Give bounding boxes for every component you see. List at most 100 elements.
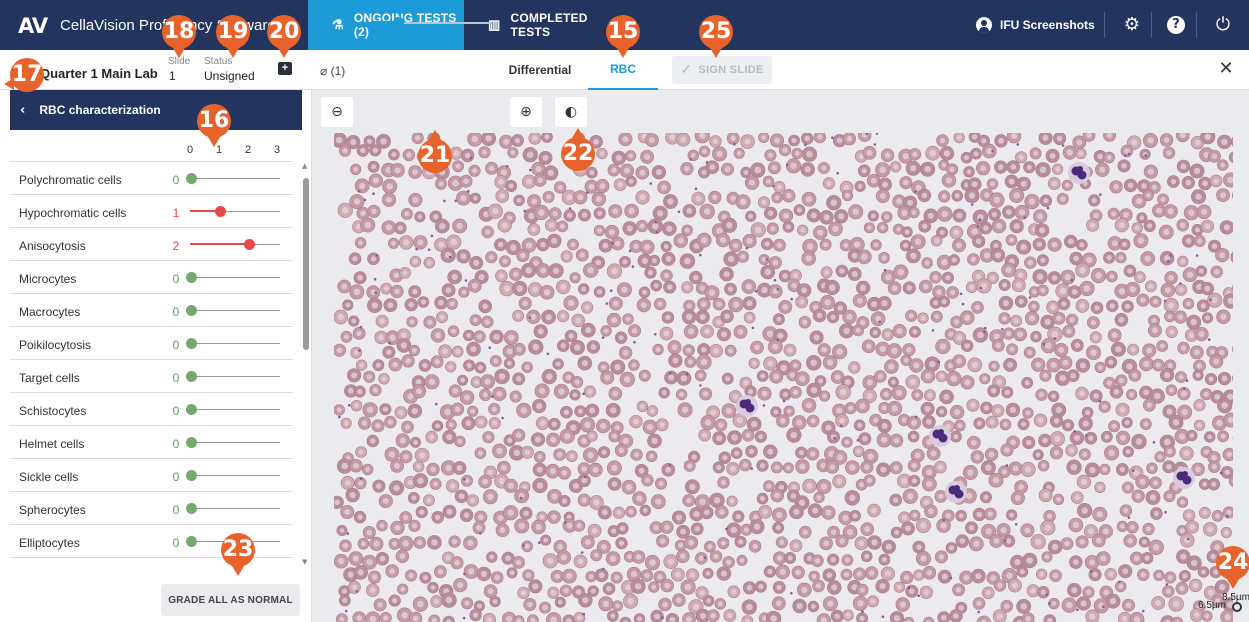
callout-16: 16: [197, 104, 231, 147]
grade-slider-track[interactable]: [190, 376, 280, 377]
grade-slider-handle[interactable]: [186, 338, 197, 349]
grade-slider-handle[interactable]: [244, 239, 255, 250]
zoom-slider-handle[interactable]: [393, 17, 404, 28]
callout-19: 19: [216, 15, 250, 58]
user-name: IFU Screenshots: [1000, 18, 1095, 32]
grade-slider-track[interactable]: [190, 508, 280, 509]
grading-row-value: 0: [172, 371, 180, 385]
grading-row-label: Spherocytes: [19, 503, 86, 517]
flask-icon: ⚗: [332, 17, 344, 32]
tab-completed-tests[interactable]: ▥ COMPLETED TESTS: [464, 0, 624, 50]
paperclip-icon: ⌀: [320, 64, 328, 78]
scale-tick-3: 3: [274, 144, 281, 156]
grading-row-label: Anisocytosis: [19, 239, 86, 253]
grading-row-label: Schistocytes: [19, 404, 87, 418]
grade-all-normal-button[interactable]: GRADE ALL AS NORMAL: [161, 584, 300, 616]
rbc-characterization-panel: ‹ RBC characterization 0 1 2 3 Polychrom…: [0, 90, 312, 622]
add-comment-icon[interactable]: +: [278, 62, 292, 75]
help-icon[interactable]: ?: [1167, 16, 1185, 34]
grade-slider-handle[interactable]: [186, 470, 197, 481]
app-logo: AV: [18, 14, 48, 38]
grading-row: Poikilocytosis 0: [10, 327, 293, 360]
callout-21: 21: [418, 130, 452, 173]
grade-slider-track[interactable]: [190, 343, 280, 344]
grade-slider-handle[interactable]: [186, 536, 197, 547]
grading-row-value: 0: [172, 536, 180, 550]
grading-row-label: Macrocytes: [19, 305, 81, 319]
divider: [1104, 12, 1105, 38]
grading-row-label: Microcytes: [19, 272, 77, 286]
status-value: Unsigned: [204, 69, 255, 83]
scale-tick-0: 0: [187, 144, 194, 156]
callout-25: 25: [699, 15, 733, 58]
brightness-icon[interactable]: ◐: [555, 97, 587, 127]
grading-row-label: Polychromatic cells: [19, 173, 122, 187]
grade-slider-handle[interactable]: [186, 272, 197, 283]
divider: [1196, 12, 1197, 38]
grading-list-scrollbar[interactable]: ▲ ▼: [302, 162, 310, 566]
settings-gear-icon[interactable]: ⚙: [1120, 13, 1144, 37]
grade-slider-track[interactable]: [190, 475, 280, 476]
panel-title: RBC characterization: [39, 103, 161, 117]
grade-slider-track[interactable]: [190, 310, 280, 311]
slide-value: 1: [169, 69, 176, 83]
grade-slider-handle[interactable]: [186, 437, 197, 448]
divider: [1151, 12, 1152, 38]
grading-row-value: 1: [172, 206, 180, 220]
check-icon: ✓: [680, 62, 693, 78]
grade-slider-track[interactable]: [190, 277, 280, 278]
callout-17: 17: [4, 58, 44, 92]
zoom-in-icon[interactable]: ⊕: [510, 97, 542, 127]
grade-slider-track[interactable]: [190, 442, 280, 443]
close-icon[interactable]: ✕: [1216, 59, 1236, 79]
grade-slider-track[interactable]: [190, 178, 280, 179]
scroll-up-icon[interactable]: ▲: [302, 162, 307, 170]
grade-slider-fill: [190, 243, 248, 245]
grading-row-label: Poikilocytosis: [19, 338, 92, 352]
grading-row: Schistocytes 0: [10, 393, 293, 426]
user-menu[interactable]: IFU Screenshots: [976, 0, 1095, 50]
grading-row-label: Sickle cells: [19, 470, 79, 484]
grading-row-label: Elliptocytes: [19, 536, 80, 550]
grading-row: Anisocytosis 2: [10, 228, 293, 261]
grading-row: Sickle cells 0: [10, 459, 293, 492]
grading-row-value: 0: [172, 272, 180, 286]
attachments-count: (1): [330, 64, 346, 78]
logout-icon[interactable]: ⏻: [1211, 13, 1235, 37]
callout-24: 24: [1216, 546, 1249, 589]
scroll-down-icon[interactable]: ▼: [302, 558, 307, 566]
cell-size-reference-icon: [1232, 602, 1242, 612]
panel-header[interactable]: ‹ RBC characterization: [10, 90, 302, 130]
callout-15: 15: [606, 15, 640, 58]
sign-slide-label: SIGN SLIDE: [698, 64, 764, 76]
scale-inner-label: 6.5µm: [1198, 600, 1226, 611]
grade-slider-handle[interactable]: [215, 206, 226, 217]
grading-row-value: 0: [172, 305, 180, 319]
callout-22: 22: [561, 128, 595, 171]
grading-row: Hypochromatic cells 1: [10, 195, 293, 228]
scrollbar-thumb[interactable]: [303, 178, 309, 350]
user-icon: [976, 17, 992, 33]
grade-slider-handle[interactable]: [186, 404, 197, 415]
blood-smear-image[interactable]: [334, 133, 1233, 622]
grade-slider-handle[interactable]: [186, 305, 197, 316]
zoom-out-icon[interactable]: ⊖: [321, 97, 353, 127]
sign-slide-button[interactable]: ✓ SIGN SLIDE: [672, 56, 772, 84]
tab-ongoing-tests[interactable]: ⚗ ONGOING TESTS (2): [308, 0, 464, 50]
grade-slider-handle[interactable]: [186, 173, 197, 184]
grading-row-value: 0: [172, 503, 180, 517]
tab-differential[interactable]: Differential: [496, 50, 584, 90]
lab-name: Quarter 1 Main Lab: [40, 66, 158, 81]
chevron-left-icon[interactable]: ‹: [20, 103, 25, 118]
grading-row-label: Helmet cells: [19, 437, 85, 451]
scale-tick-2: 2: [245, 144, 252, 156]
grading-row: Microcytes 0: [10, 261, 293, 294]
grade-slider-track[interactable]: [190, 409, 280, 410]
attachments-link[interactable]: ⌀ (1): [320, 64, 345, 78]
grading-row-value: 2: [172, 239, 180, 253]
grade-slider-handle[interactable]: [186, 371, 197, 382]
grade-slider-handle[interactable]: [186, 503, 197, 514]
grading-row: Polychromatic cells 0: [10, 162, 293, 195]
grading-row-value: 0: [172, 173, 180, 187]
grading-row-label: Hypochromatic cells: [19, 206, 127, 220]
